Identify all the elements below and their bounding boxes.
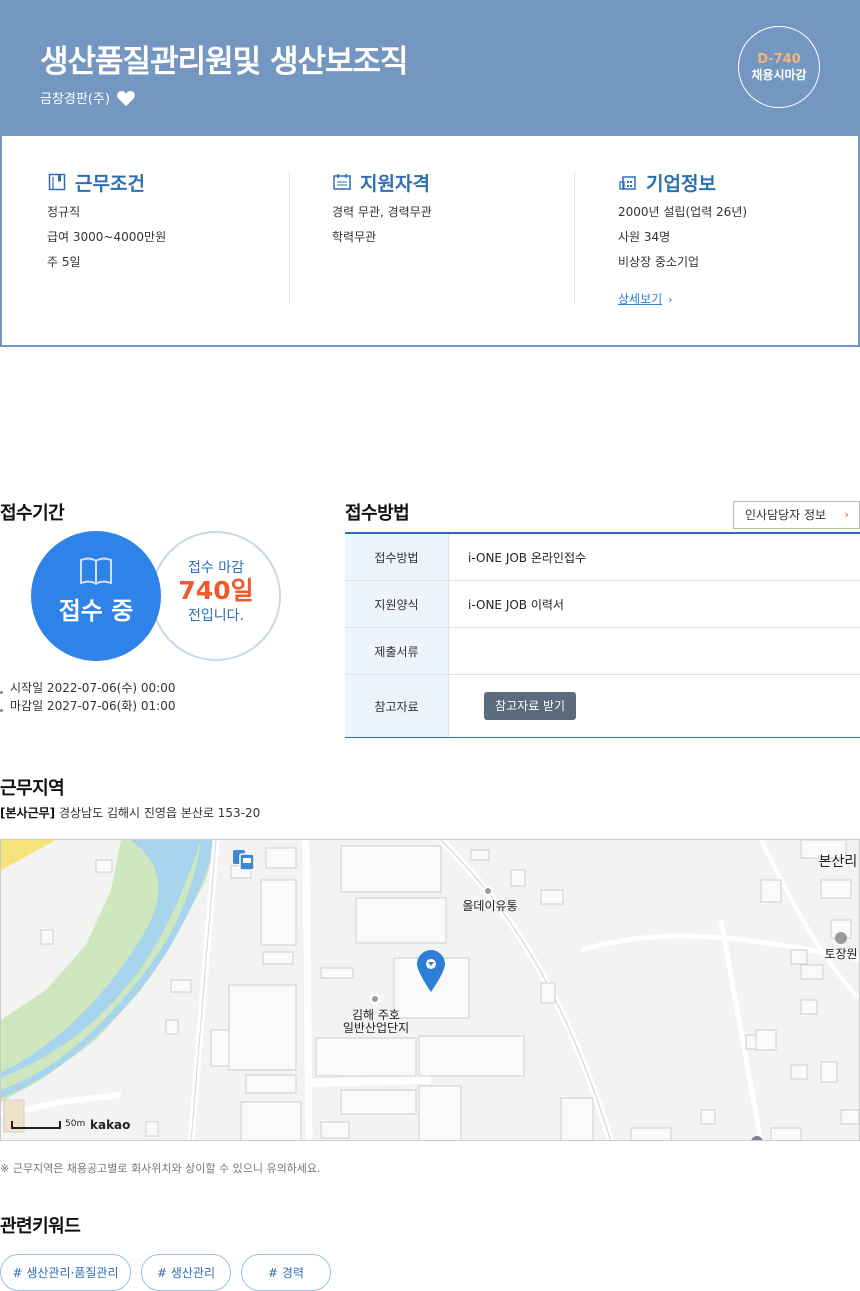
map-label-place: 토장원 [824,947,858,961]
table-row: 지원양식 i-ONE JOB 이력서 [345,581,860,628]
company-row: 금창경판(주) [40,88,136,107]
table-row: 접수방법 i-ONE JOB 온라인접수 [345,534,860,581]
scale-label: 50m [65,1119,86,1129]
bullet [0,690,3,694]
hr-contact-button[interactable]: 인사담당자 정보 › [733,501,860,529]
start-date: 시작일 2022-07-06(수) 00:00 [10,681,176,695]
location-title: 근무지역 [0,778,65,799]
row-key: 접수방법 [345,534,449,580]
deadline-circle: 접수 마감 740일 전입니다. [151,531,281,661]
building-icon [619,176,636,190]
status-text: 접수 중 [58,597,134,625]
row-key: 지원양식 [345,581,449,627]
map-scale: 50m [11,1119,85,1129]
keyword-tag[interactable]: # 생산관리·품질관리 [0,1254,131,1291]
status-circle: 접수 중 [31,531,161,661]
company-info-title: 기업정보 [646,172,716,195]
map-brand-logo: kakao [90,1118,131,1132]
keyword-list: # 생산관리·품질관리 # 생산관리 # 경력 [0,1254,331,1291]
divider [574,172,575,304]
qual-line: 경력 무관, 경력무관 [332,205,432,219]
qualifications: 지원자격 경력 무관, 경력무관 학력무관 [332,170,572,304]
work-line: 주 5일 [47,255,81,269]
chevron-right-icon: › [844,508,849,521]
company-info: 기업정보 2000년 설립(업력 26년) 사원 34명 비상장 중소기업 상세… [618,170,858,307]
chevron-right-icon: › [668,293,673,306]
dday-count: D-740 [757,52,801,67]
heart-icon[interactable] [116,89,136,107]
work-line: 정규직 [47,205,81,219]
map-canvas[interactable] [1,840,860,1141]
work-line: 급여 3000~4000만원 [47,230,167,244]
map-label-area: 본산리 [818,854,858,870]
work-conditions-title: 근무조건 [75,172,145,195]
company-line: 2000년 설립(업력 26년) [618,205,748,219]
summary-box: 근무조건 정규직 급여 3000~4000만원 주 5일 지원자격 경력 무관,… [0,136,860,347]
keyword-tag[interactable]: # 경력 [241,1254,331,1291]
address-text: 경상남도 김해시 진영읍 본산로 153-20 [58,806,261,820]
row-key: 제출서류 [345,628,449,674]
row-value: i-ONE JOB 이력서 [468,597,564,612]
row-key: 참고자료 [345,675,449,737]
apply-title: 접수방법 [345,503,410,524]
company-detail-link[interactable]: 상세보기 › [618,290,673,307]
poi-marker [370,994,380,1004]
period-dates: 시작일 2022-07-06(수) 00:00 마감일 2027-07-06(화… [0,679,175,715]
apply-table: 접수방법 i-ONE JOB 온라인접수 지원양식 i-ONE JOB 이력서 … [345,532,860,738]
hr-contact-label: 인사담당자 정보 [745,508,827,522]
end-date: 마감일 2027-07-06(화) 01:00 [10,699,176,713]
row-value: 참고자료 받기 [449,675,860,737]
qual-line: 학력무관 [332,230,377,244]
row-value [449,628,860,674]
company-line: 사원 34명 [618,230,671,244]
deadline-label: 접수 마감 [188,560,244,576]
days-left: 740일 [178,576,254,605]
calendar-icon [333,174,351,190]
book-icon [80,557,112,585]
table-row: 참고자료 참고자료 받기 [345,675,860,737]
deadline-type: 채용시마감 [751,68,807,82]
document-icon [48,173,66,191]
period-title: 접수기간 [0,503,65,524]
company-name[interactable]: 금창경판(주) [40,88,110,107]
map-label-line: 일반산업단지 [342,1021,410,1035]
address-line: [본사근무] 경상남도 김해시 진영읍 본산로 153-20 [0,804,260,821]
company-detail-label: 상세보기 [618,292,663,306]
map-label-place: 김해 주호 일반산업단지 [331,1009,421,1035]
bullet [0,708,3,712]
job-title: 생산품질관리원및 생산보조직 [40,44,409,80]
table-row: 제출서류 [345,628,860,675]
company-line: 비상장 중소기업 [618,255,700,269]
location-map[interactable]: 올데이유통 김해 주호 일반산업단지 토장원 본산리 [0,839,860,1141]
job-header: 생산품질관리원및 생산보조직 금창경판(주) D-740 채용시마감 [0,0,860,137]
keyword-tag[interactable]: # 생산관리 [141,1254,231,1291]
map-note: ※ 근무지역은 채용공고별로 회사위치와 상이할 수 있으니 유의하세요. [0,1162,321,1175]
qualifications-title: 지원자격 [360,172,430,195]
divider [289,172,290,304]
keywords-title: 관련키워드 [0,1216,81,1237]
scale-bar [11,1121,61,1129]
poi-marker [483,886,493,896]
deadline-suffix: 전입니다. [188,608,244,624]
row-value: i-ONE JOB 온라인접수 [468,550,587,565]
address-tag: [본사근무] [0,806,56,820]
dday-badge: D-740 채용시마감 [738,26,820,108]
download-reference-button[interactable]: 참고자료 받기 [484,692,577,720]
map-label-place: 올데이유통 [462,899,518,913]
work-conditions: 근무조건 정규직 급여 3000~4000만원 주 5일 [47,170,287,304]
